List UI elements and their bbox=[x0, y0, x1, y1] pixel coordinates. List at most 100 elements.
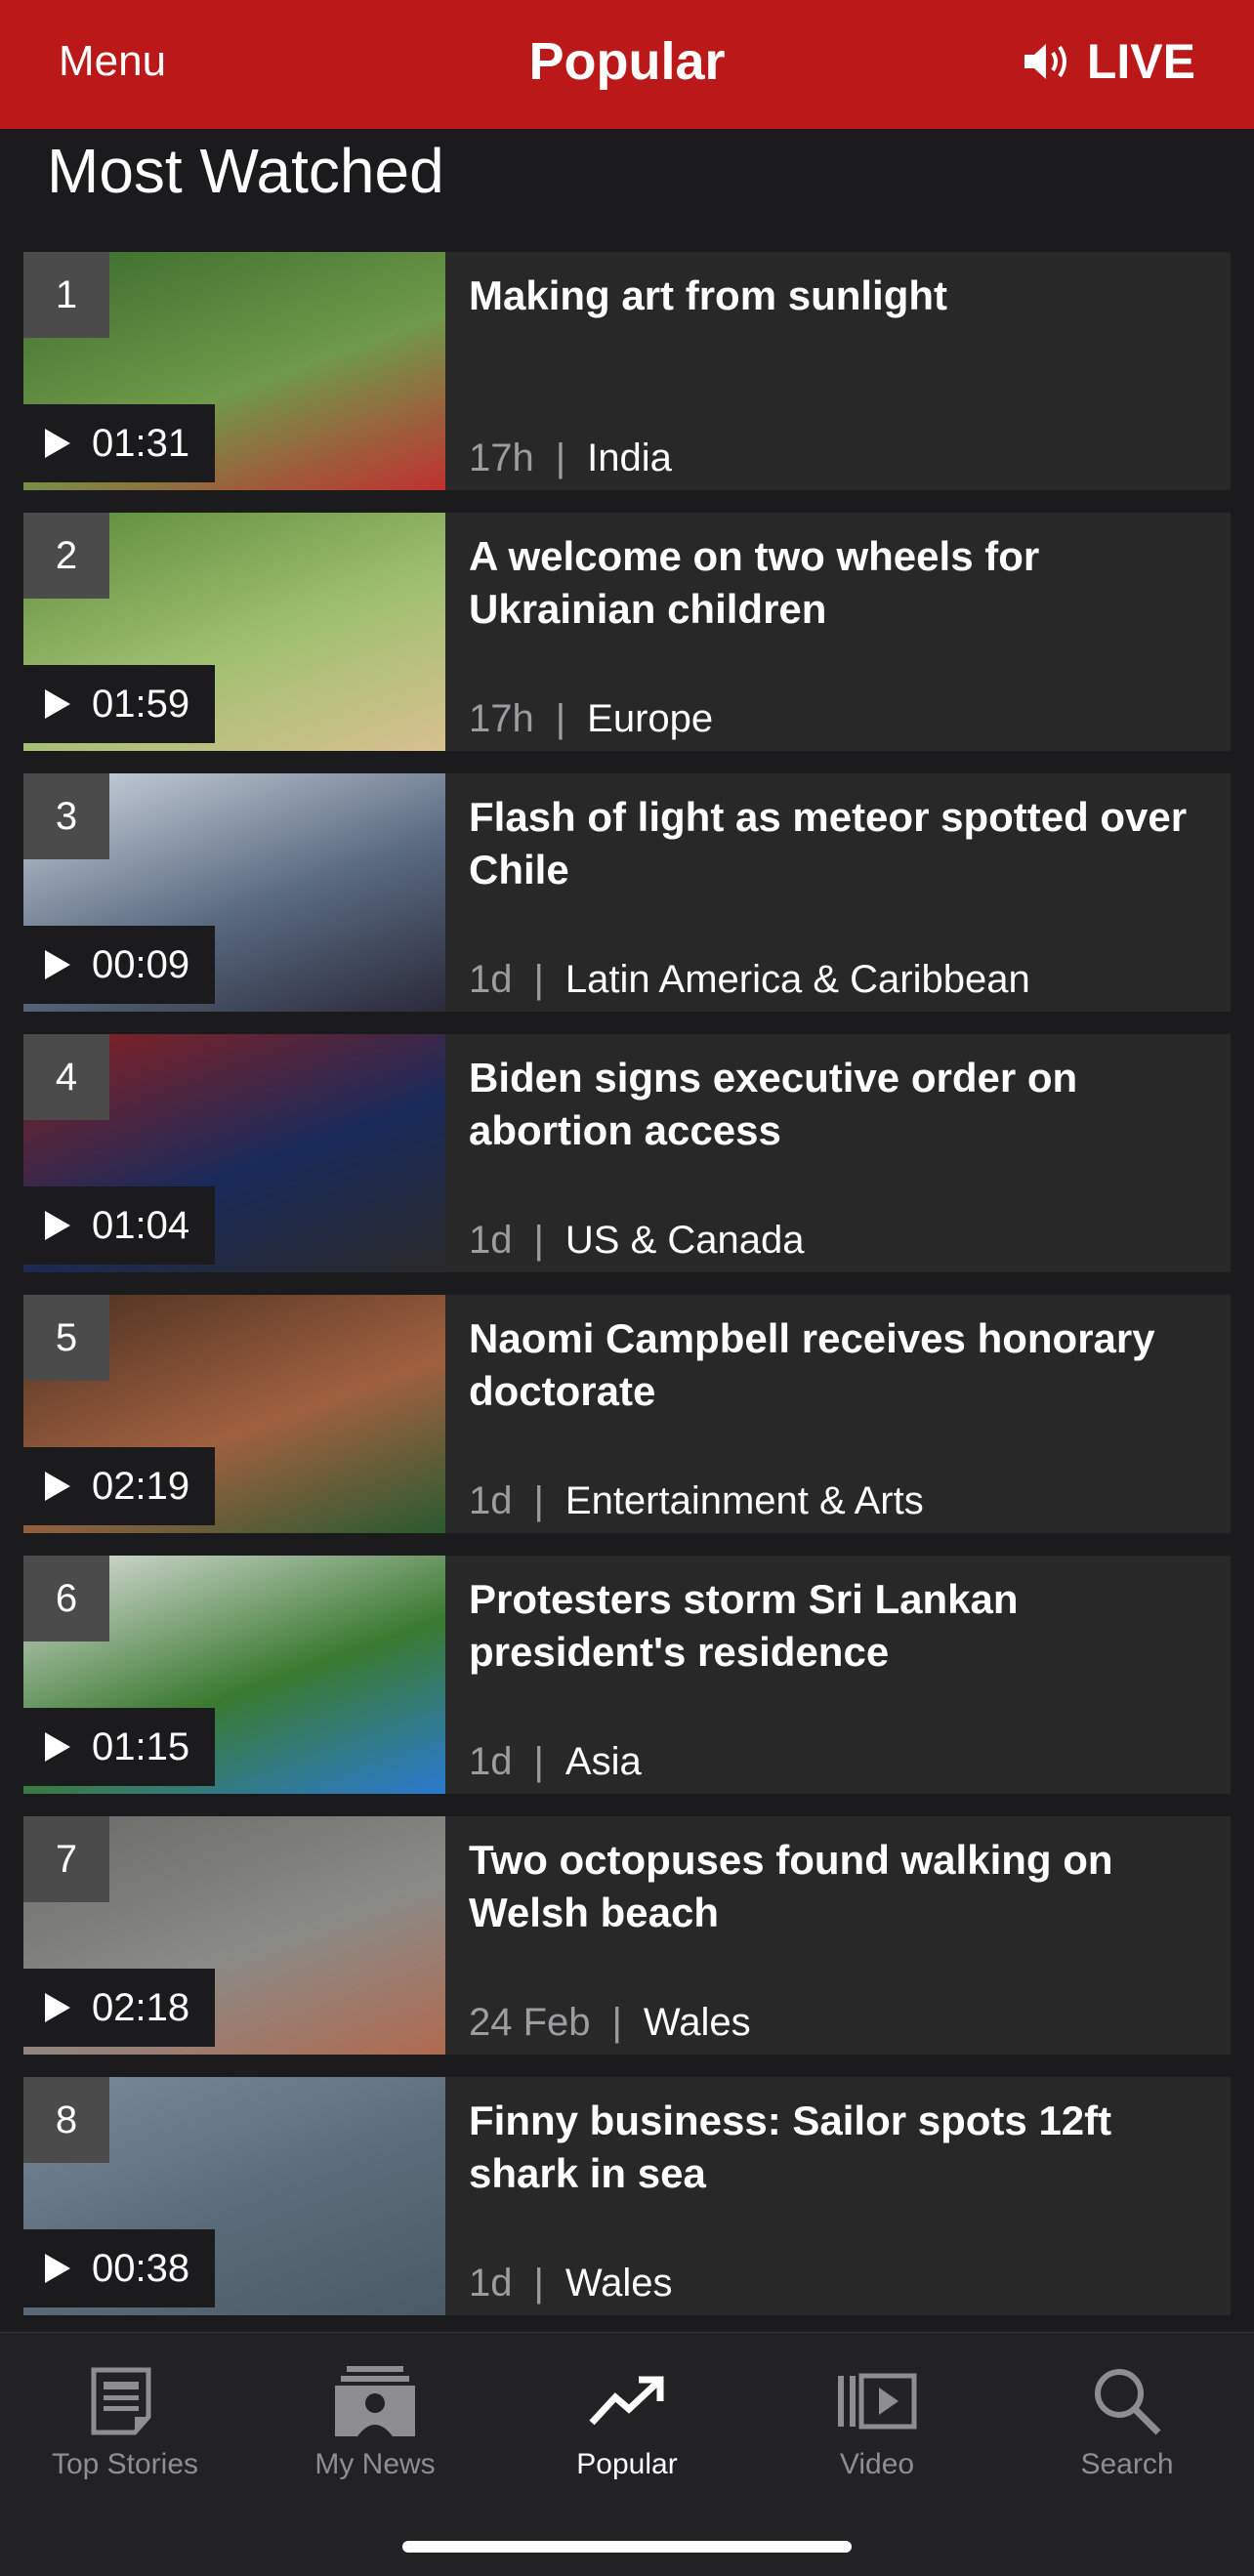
live-button[interactable]: LIVE bbox=[1023, 33, 1195, 90]
timestamp: 1d bbox=[469, 1219, 513, 1262]
video-list: 1 01:31 Making art from sunlight 17h | Ind… bbox=[23, 252, 1231, 2338]
item-meta: 1d | Wales bbox=[469, 2262, 673, 2306]
meta-divider: | bbox=[533, 958, 544, 1001]
category-link[interactable]: Asia bbox=[565, 1740, 642, 1784]
headline[interactable]: Two octopuses found walking on Welsh bea… bbox=[469, 1834, 1207, 1939]
tab-search[interactable]: Search bbox=[1002, 2354, 1252, 2481]
play-icon bbox=[45, 950, 70, 979]
list-item[interactable]: 2 01:59 A welcome on two wheels for Ukra… bbox=[23, 513, 1231, 751]
timestamp: 17h bbox=[469, 436, 534, 479]
list-item[interactable]: 6 01:15 Protesters storm Sri Lankan pres… bbox=[23, 1556, 1231, 1794]
headline[interactable]: Flash of light as meteor spotted over Ch… bbox=[469, 791, 1207, 896]
item-meta: 1d | US & Canada bbox=[469, 1219, 804, 1263]
duration-text: 01:31 bbox=[92, 421, 190, 465]
my-news-icon bbox=[335, 2366, 415, 2436]
play-icon bbox=[45, 1472, 70, 1501]
item-meta: 1d | Entertainment & Arts bbox=[469, 1479, 924, 1523]
video-thumbnail[interactable]: 7 02:18 bbox=[23, 1816, 445, 2055]
video-thumbnail[interactable]: 3 00:09 bbox=[23, 773, 445, 1012]
list-item[interactable]: 7 02:18 Two octopuses found walking on W… bbox=[23, 1816, 1231, 2055]
newspaper-icon bbox=[91, 2367, 151, 2435]
play-icon bbox=[45, 429, 70, 458]
meta-divider: | bbox=[533, 2262, 544, 2305]
tab-popular[interactable]: Popular bbox=[502, 2354, 752, 2481]
list-item[interactable]: 4 01:04 Biden signs executive order on a… bbox=[23, 1034, 1231, 1272]
play-icon bbox=[45, 1211, 70, 1240]
meta-divider: | bbox=[611, 2001, 622, 2044]
timestamp: 1d bbox=[469, 2262, 513, 2305]
item-meta: 1d | Asia bbox=[469, 1740, 642, 1784]
live-label: LIVE bbox=[1086, 34, 1195, 89]
item-meta: 17h | India bbox=[469, 436, 672, 480]
tab-video[interactable]: Video bbox=[752, 2354, 1002, 2481]
duration-badge: 01:04 bbox=[23, 1186, 216, 1265]
duration-badge: 00:09 bbox=[23, 926, 216, 1004]
video-thumbnail[interactable]: 6 01:15 bbox=[23, 1556, 445, 1794]
duration-text: 00:09 bbox=[92, 942, 190, 986]
duration-text: 02:19 bbox=[92, 1464, 190, 1508]
timestamp: 1d bbox=[469, 958, 513, 1001]
search-icon bbox=[1095, 2369, 1161, 2435]
trending-icon bbox=[589, 2376, 664, 2426]
play-icon bbox=[45, 2254, 70, 2283]
duration-badge: 01:59 bbox=[23, 665, 216, 743]
duration-badge: 02:19 bbox=[23, 1447, 216, 1525]
video-thumbnail[interactable]: 1 01:31 bbox=[23, 252, 445, 490]
rank-badge: 7 bbox=[23, 1816, 109, 1902]
home-indicator[interactable] bbox=[402, 2541, 852, 2553]
headline[interactable]: Biden signs executive order on abortion … bbox=[469, 1052, 1207, 1157]
tab-label: Search bbox=[1080, 2448, 1174, 2480]
tab-label: Video bbox=[839, 2448, 915, 2480]
list-item[interactable]: 5 02:19 Naomi Campbell receives honorary… bbox=[23, 1295, 1231, 1533]
category-link[interactable]: Entertainment & Arts bbox=[565, 1479, 924, 1523]
category-link[interactable]: Europe bbox=[587, 697, 713, 741]
meta-divider: | bbox=[555, 697, 566, 740]
app-header: Menu Popular LIVE bbox=[0, 0, 1254, 129]
category-link[interactable]: Latin America & Caribbean bbox=[565, 958, 1030, 1002]
duration-badge: 01:31 bbox=[23, 404, 216, 482]
list-item[interactable]: 3 00:09 Flash of light as meteor spotted… bbox=[23, 773, 1231, 1012]
play-icon bbox=[45, 1993, 70, 2022]
meta-divider: | bbox=[555, 436, 566, 479]
duration-text: 01:04 bbox=[92, 1203, 190, 1247]
headline[interactable]: Protesters storm Sri Lankan president's … bbox=[469, 1573, 1207, 1679]
duration-badge: 00:38 bbox=[23, 2229, 216, 2307]
rank-badge: 6 bbox=[23, 1556, 109, 1641]
category-link[interactable]: Wales bbox=[565, 2262, 673, 2306]
tab-top-stories[interactable]: Top Stories bbox=[0, 2354, 250, 2481]
headline[interactable]: Making art from sunlight bbox=[469, 270, 1207, 322]
headline[interactable]: Finny business: Sailor spots 12ft shark … bbox=[469, 2095, 1207, 2200]
rank-badge: 8 bbox=[23, 2077, 109, 2163]
item-meta: 24 Feb | Wales bbox=[469, 2001, 751, 2045]
tab-label: Top Stories bbox=[51, 2448, 199, 2480]
duration-text: 00:38 bbox=[92, 2246, 190, 2290]
rank-badge: 5 bbox=[23, 1295, 109, 1381]
play-icon bbox=[45, 689, 70, 719]
play-icon bbox=[45, 1732, 70, 1762]
rank-badge: 4 bbox=[23, 1034, 109, 1120]
video-thumbnail[interactable]: 4 01:04 bbox=[23, 1034, 445, 1272]
list-item[interactable]: 1 01:31 Making art from sunlight 17h | Ind… bbox=[23, 252, 1231, 490]
duration-text: 01:59 bbox=[92, 682, 190, 726]
bottom-tab-bar: Top Stories My News Popular Video Search bbox=[0, 2332, 1254, 2576]
meta-divider: | bbox=[533, 1219, 544, 1262]
video-thumbnail[interactable]: 2 01:59 bbox=[23, 513, 445, 751]
section-title: Most Watched bbox=[47, 136, 444, 206]
category-link[interactable]: India bbox=[587, 436, 672, 480]
meta-divider: | bbox=[533, 1479, 544, 1522]
video-thumbnail[interactable]: 5 02:19 bbox=[23, 1295, 445, 1533]
category-link[interactable]: Wales bbox=[644, 2001, 751, 2045]
speaker-icon bbox=[1024, 44, 1066, 79]
list-item[interactable]: 8 00:38 Finny business: Sailor spots 12f… bbox=[23, 2077, 1231, 2315]
headline[interactable]: A welcome on two wheels for Ukrainian ch… bbox=[469, 530, 1207, 636]
headline[interactable]: Naomi Campbell receives honorary doctora… bbox=[469, 1312, 1207, 1418]
timestamp: 24 Feb bbox=[469, 2001, 591, 2044]
video-icon bbox=[838, 2373, 917, 2430]
duration-text: 02:18 bbox=[92, 1985, 190, 2029]
rank-badge: 2 bbox=[23, 513, 109, 599]
duration-badge: 02:18 bbox=[23, 1969, 216, 2047]
tab-my-news[interactable]: My News bbox=[250, 2354, 500, 2481]
tab-label: My News bbox=[314, 2448, 436, 2480]
video-thumbnail[interactable]: 8 00:38 bbox=[23, 2077, 445, 2315]
category-link[interactable]: US & Canada bbox=[565, 1219, 805, 1263]
